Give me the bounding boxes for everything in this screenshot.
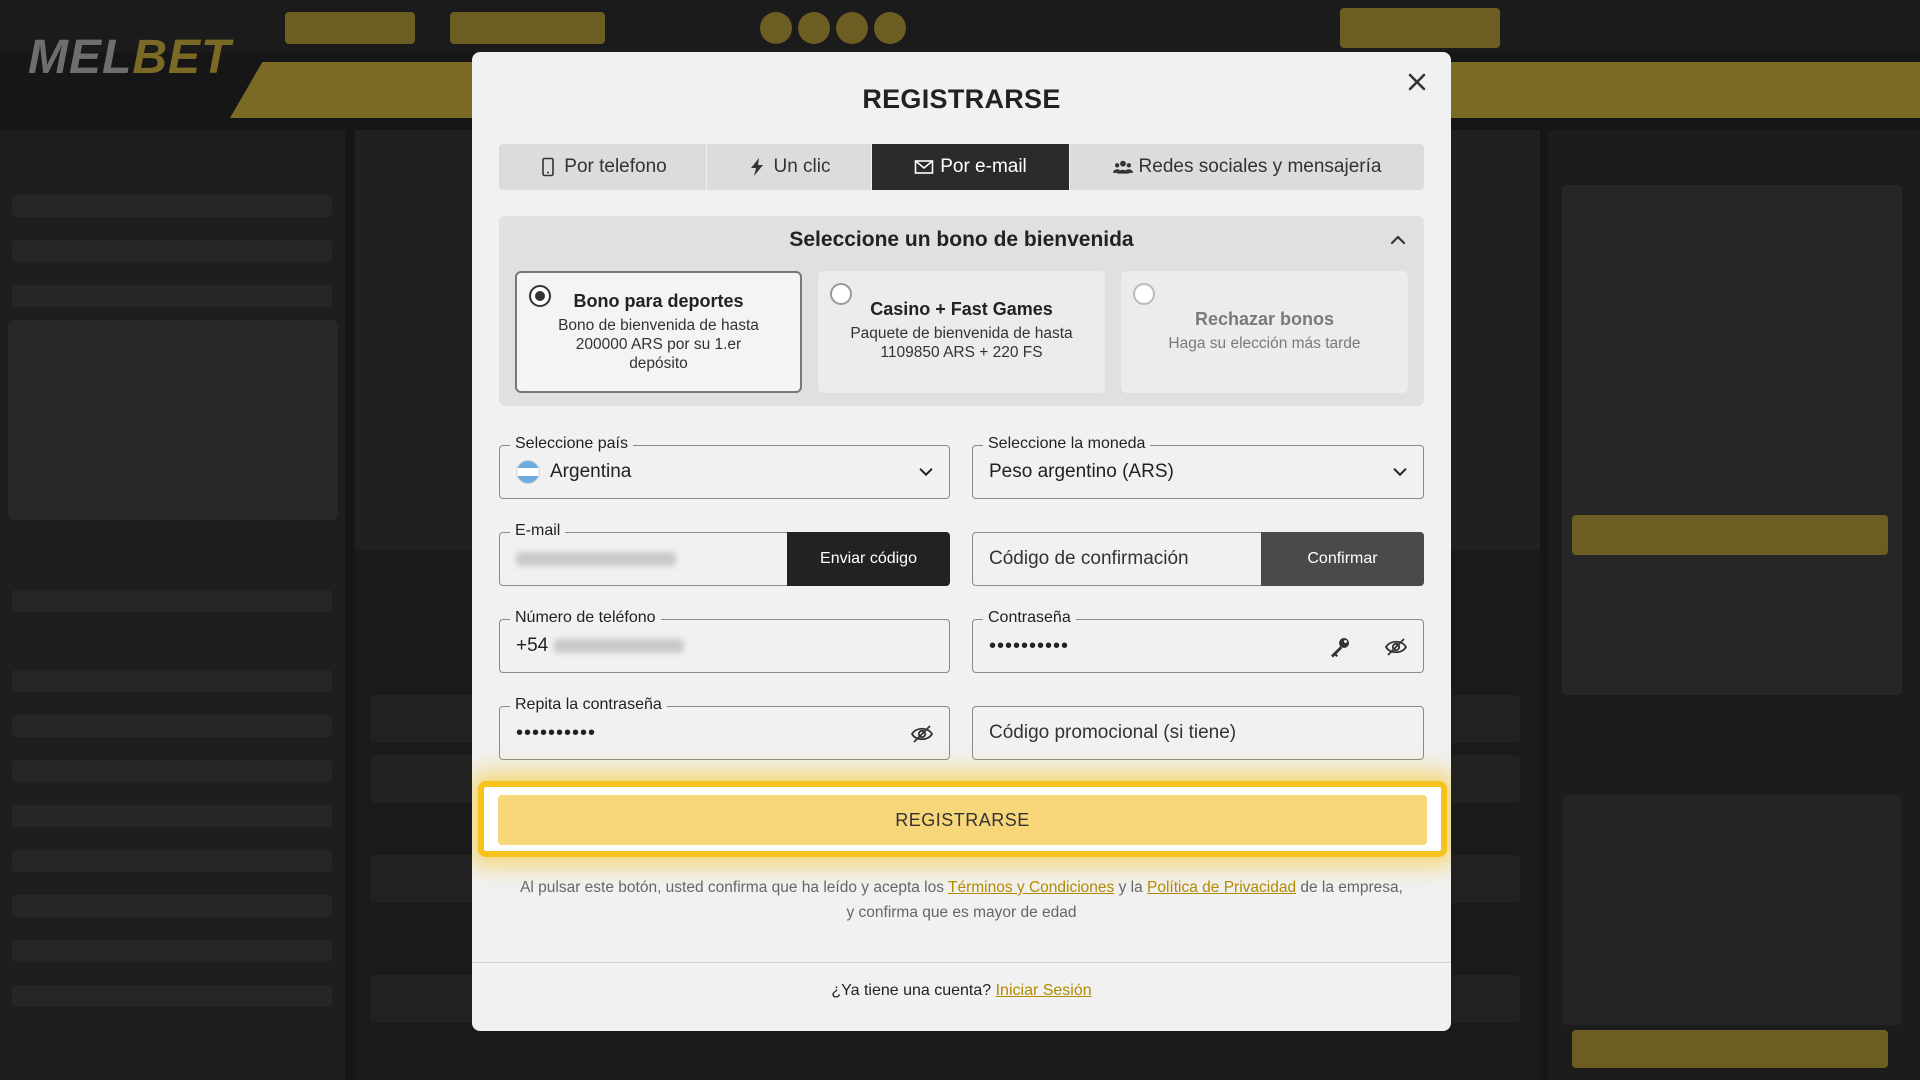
site-logo: MELBET <box>28 31 232 84</box>
terms-text-part: de la empresa, <box>1296 879 1403 896</box>
currency-select[interactable]: Seleccione la moneda Peso argentino (ARS… <box>972 435 1424 499</box>
email-value-redacted <box>516 533 676 585</box>
terms-text-part: y la <box>1114 879 1148 896</box>
tab-label: Redes sociales y mensajería <box>1138 156 1382 177</box>
divider <box>472 962 1451 963</box>
bg-header-icon <box>874 12 906 44</box>
currency-value: Peso argentino (ARS) <box>989 461 1174 482</box>
repeat-password-field[interactable]: Repita la contraseña •••••••••• <box>499 696 950 760</box>
terms-text-part: y confirma que es mayor de edad <box>846 904 1077 921</box>
country-value-wrap: Argentina <box>516 446 631 498</box>
bg-row <box>12 285 332 307</box>
bg-row <box>12 760 332 782</box>
bonus-option-casino[interactable]: Casino + Fast Games Paquete de bienvenid… <box>818 271 1105 393</box>
chevron-down-icon <box>919 468 933 477</box>
phone-icon <box>538 157 558 177</box>
bg-row <box>12 940 332 962</box>
bg-row <box>12 715 332 737</box>
bg-row <box>12 805 332 827</box>
bg-right-box <box>1562 795 1902 1025</box>
login-question: ¿Ya tiene una cuenta? <box>831 982 996 999</box>
radio-button[interactable] <box>529 285 551 307</box>
bg-right-button <box>1572 1030 1888 1068</box>
phone-number-redacted <box>554 639 685 653</box>
promo-code-field[interactable]: Código promocional (si tiene) <box>972 706 1424 760</box>
login-link[interactable]: Iniciar Sesión <box>996 982 1092 999</box>
bg-header-button <box>450 12 605 44</box>
tab-phone[interactable]: Por telefono <box>499 144 707 190</box>
confirmation-code-field[interactable]: Código de confirmación Confirmar <box>972 532 1424 586</box>
eye-hidden-icon[interactable] <box>909 721 935 747</box>
argentina-flag-icon <box>516 460 540 484</box>
privacy-link[interactable]: Política de Privacidad <box>1147 879 1296 896</box>
bg-row <box>12 670 332 692</box>
lightning-icon <box>747 157 767 177</box>
email-field[interactable]: E-mail Enviar código <box>499 522 950 586</box>
confirmation-code-placeholder: Código de confirmación <box>989 548 1189 569</box>
registration-tabs: Por telefono Un clic Por e-mail Redes so… <box>499 144 1424 190</box>
phone-value-wrap: +54 <box>516 620 685 672</box>
bonus-option-sports[interactable]: Bono para deportes Bono de bienvenida de… <box>515 271 802 393</box>
repeat-password-value: •••••••••• <box>516 721 597 744</box>
chevron-down-icon <box>1393 468 1407 477</box>
users-icon <box>1112 157 1133 177</box>
tab-email[interactable]: Por e-mail <box>872 144 1070 190</box>
bonus-option-reject[interactable]: Rechazar bonos Haga su elección más tard… <box>1121 271 1408 393</box>
bonus-heading: Seleccione un bono de bienvenida <box>789 228 1134 251</box>
phone-prefix: +54 <box>516 635 549 656</box>
terms-link[interactable]: Términos y Condiciones <box>948 879 1114 896</box>
bg-right-button <box>1572 515 1888 555</box>
chevron-up-icon[interactable] <box>1388 230 1408 250</box>
envelope-icon <box>914 157 934 177</box>
radio-button[interactable] <box>1133 283 1155 305</box>
bg-header-icon <box>798 12 830 44</box>
bg-register-button <box>1340 8 1500 48</box>
modal-title: REGISTRARSE <box>862 84 1061 114</box>
tab-social[interactable]: Redes sociales y mensajería <box>1070 144 1424 190</box>
tab-label: Por telefono <box>564 156 667 177</box>
bg-row <box>12 240 332 262</box>
bg-row <box>12 590 332 612</box>
login-prompt: ¿Ya tiene una cuenta? Iniciar Sesión <box>472 982 1451 1000</box>
country-select[interactable]: Seleccione país Argentina <box>499 435 950 499</box>
bg-right-card <box>1562 185 1902 695</box>
terms-text: Al pulsar este botón, usted confirma que… <box>492 875 1431 925</box>
bonus-title: Casino + Fast Games <box>870 299 1053 319</box>
radio-button[interactable] <box>830 283 852 305</box>
tab-label: Un clic <box>773 156 831 177</box>
eye-hidden-icon[interactable] <box>1383 634 1409 660</box>
register-submit-button[interactable]: REGISTRARSE <box>498 795 1427 845</box>
confirm-button[interactable]: Confirmar <box>1261 532 1424 586</box>
promo-code-placeholder: Código promocional (si tiene) <box>989 722 1237 743</box>
password-value: •••••••••• <box>989 634 1070 657</box>
bg-card <box>8 320 338 520</box>
send-code-button[interactable]: Enviar código <box>787 532 950 586</box>
bg-row <box>12 850 332 872</box>
registration-modal: REGISTRARSE Por telefono Un clic Por e-m… <box>472 52 1451 1031</box>
bonus-description: Haga su elección más tarde <box>1168 335 1361 352</box>
bg-header-button <box>285 12 415 44</box>
bg-header-icon <box>760 12 792 44</box>
submit-highlight: REGISTRARSE <box>478 781 1447 857</box>
tab-one-click[interactable]: Un clic <box>707 144 872 190</box>
phone-field[interactable]: Número de teléfono +54 <box>499 609 950 673</box>
bonus-title: Bono para deportes <box>573 291 744 311</box>
country-value: Argentina <box>550 461 632 482</box>
bg-header-icon <box>836 12 868 44</box>
tab-label: Por e-mail <box>940 156 1027 177</box>
bg-row <box>12 195 332 217</box>
bonus-title: Rechazar bonos <box>1194 309 1335 329</box>
terms-text-part: Al pulsar este botón, usted confirma que… <box>520 879 949 896</box>
bonus-description: Paquete de bienvenida de hasta 1109850 A… <box>850 325 1073 361</box>
bg-row <box>12 895 332 917</box>
welcome-bonus-panel: Seleccione un bono de bienvenida Bono pa… <box>499 216 1424 406</box>
bg-row <box>12 985 332 1007</box>
bonus-description: Bono de bienvenida de hasta 200000 ARS p… <box>558 317 759 372</box>
key-icon[interactable] <box>1327 634 1353 660</box>
password-field[interactable]: Contraseña •••••••••• <box>972 609 1424 673</box>
